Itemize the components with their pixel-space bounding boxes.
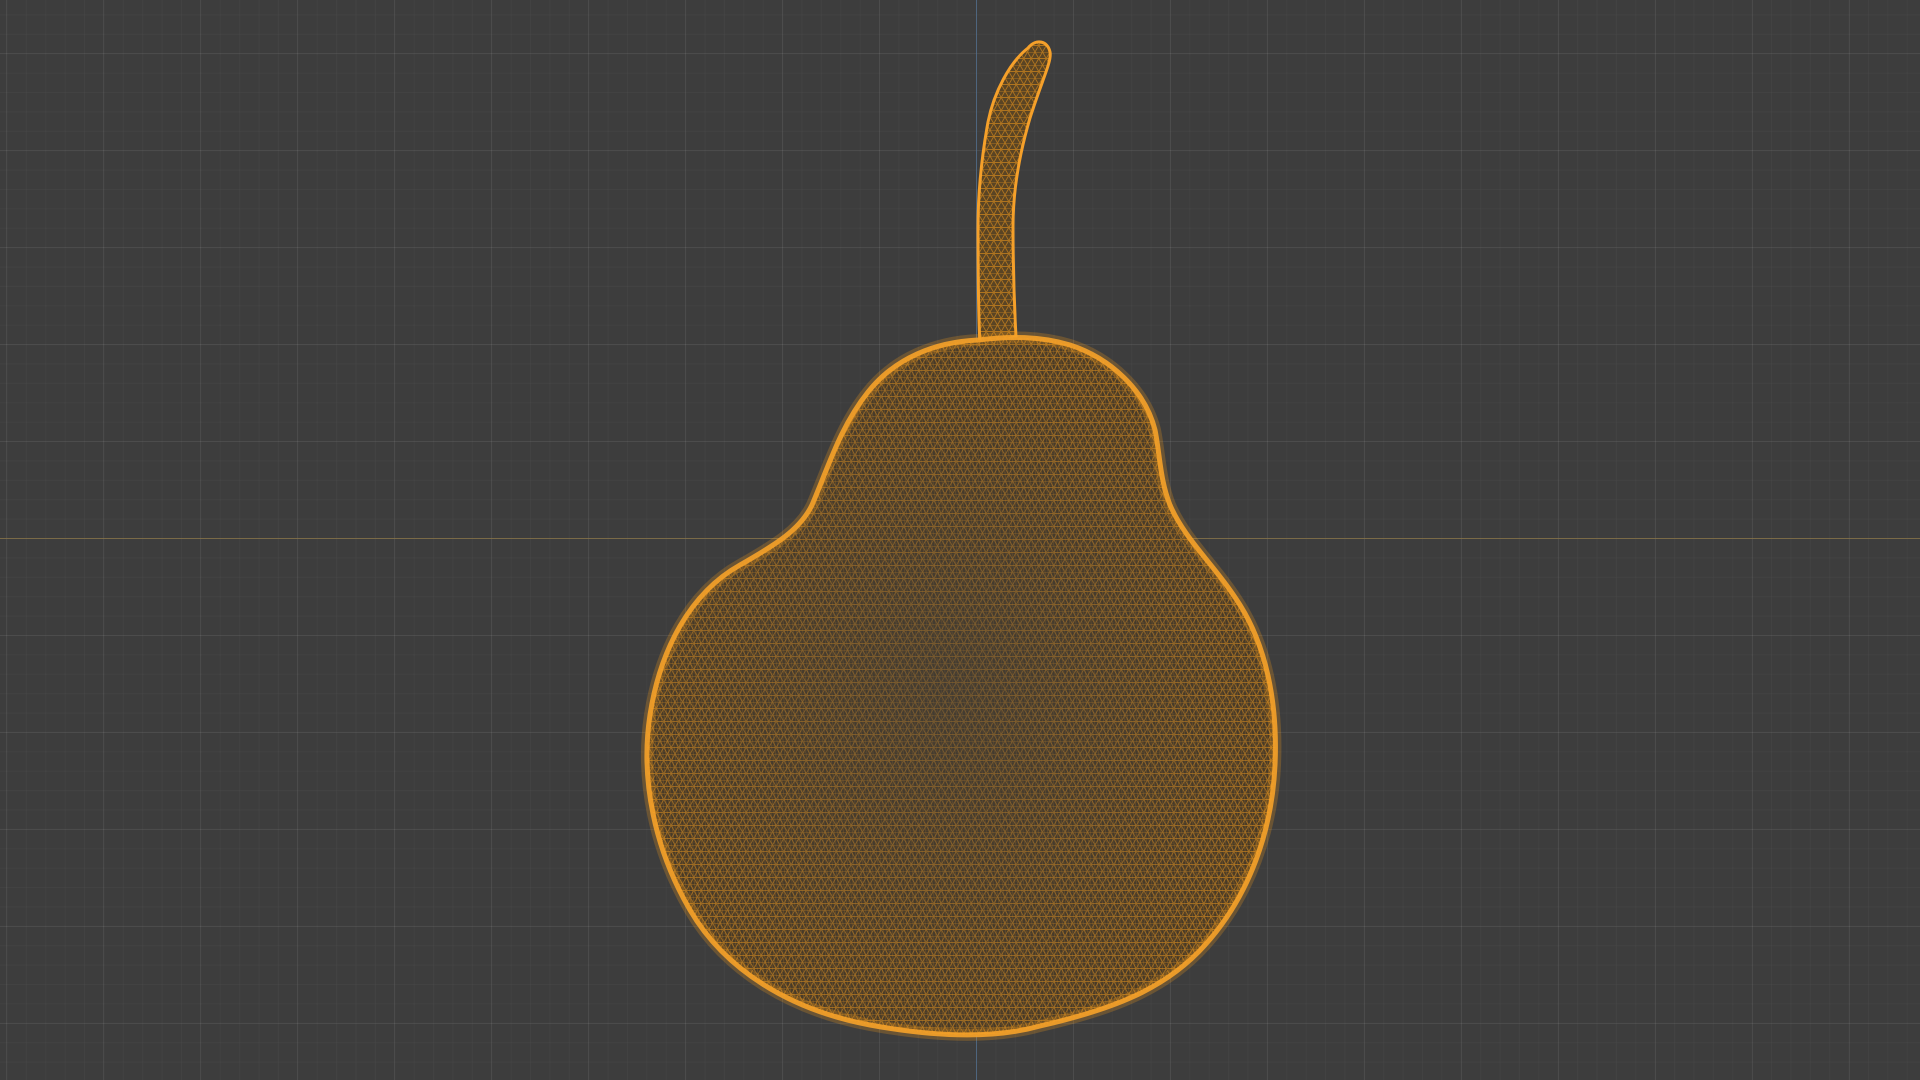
3d-viewport[interactable] xyxy=(0,0,1920,1080)
pear-stem xyxy=(976,40,1052,348)
pear-body xyxy=(640,331,1282,1041)
pear-wireframe-object[interactable] xyxy=(0,0,1920,1080)
